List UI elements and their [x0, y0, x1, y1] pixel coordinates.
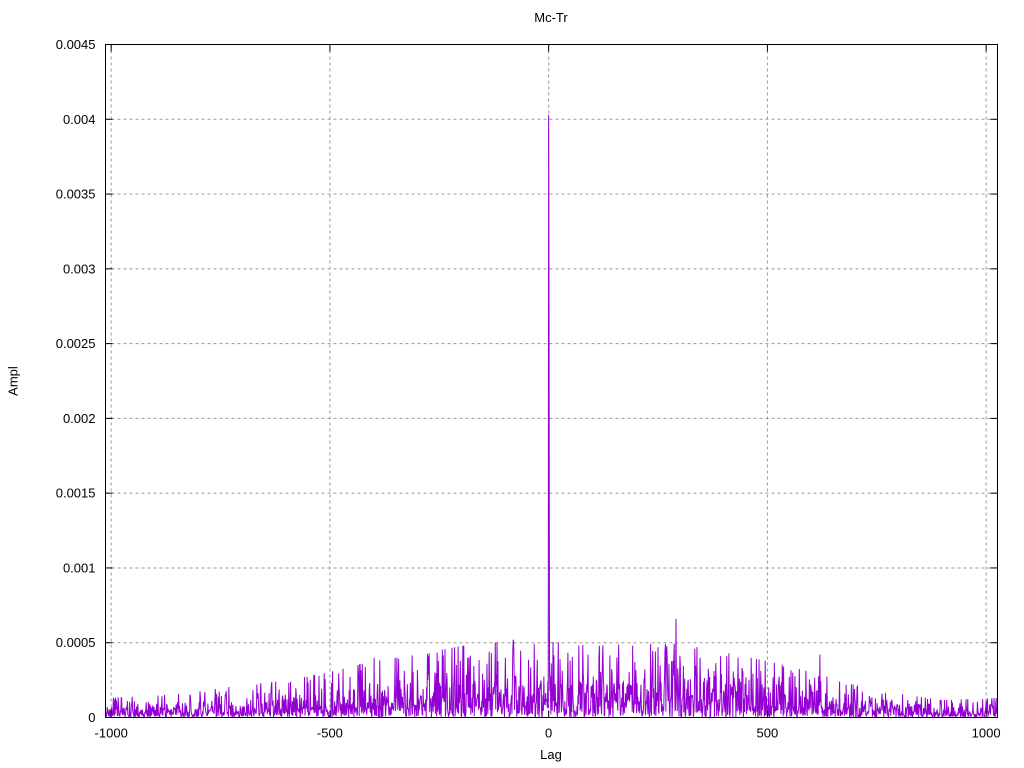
- x-axis-label: Lag: [540, 747, 562, 762]
- y-tick-label: 0.003: [63, 261, 96, 276]
- y-tick-label: 0.001: [63, 560, 96, 575]
- y-tick-label: 0.004: [63, 112, 96, 127]
- y-tick-label: 0.0045: [56, 37, 96, 52]
- x-tick-label: -1000: [95, 726, 128, 741]
- y-tick-label: 0.0025: [56, 336, 96, 351]
- y-tick-label: 0.0015: [56, 486, 96, 501]
- y-axis-label: Ampl: [5, 366, 21, 396]
- series-xcorr-line: [105, 114, 998, 720]
- y-tick-label: 0: [88, 710, 95, 725]
- plot-border: [105, 44, 998, 718]
- y-tick-label: 0.0005: [56, 635, 96, 650]
- x-tick-label: 0: [545, 726, 552, 741]
- x-tick-label: 500: [757, 726, 779, 741]
- x-tick-label: 1000: [972, 726, 1001, 741]
- y-tick-label: 0.0035: [56, 187, 96, 202]
- chart-figure: -1000 -500 0 500 1000 0 0.0005 0.001 0.0015 0.002…: [0, 0, 1024, 768]
- chart-title: Mc-Tr: [534, 10, 568, 25]
- plot-canvas: -1000 -500 0 500 1000 0 0.0005 0.001 0.0015 0.002…: [56, 37, 1001, 741]
- x-tick-label: -500: [317, 726, 343, 741]
- y-tick-label: 0.002: [63, 411, 96, 426]
